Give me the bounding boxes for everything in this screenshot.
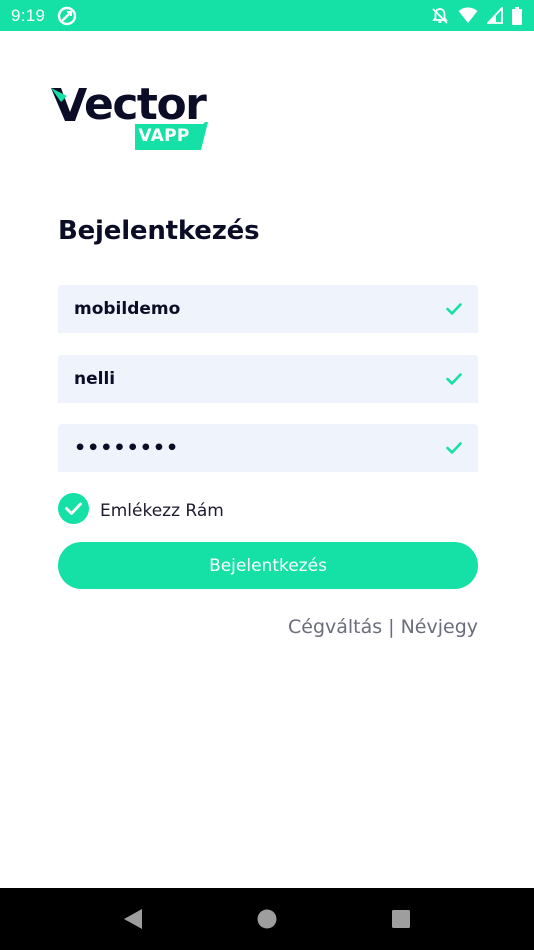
signal-icon (487, 7, 503, 24)
logo-v-mark-icon (51, 88, 87, 126)
notifications-off-icon (431, 7, 449, 25)
recents-icon[interactable] (391, 909, 411, 929)
wifi-icon (458, 7, 478, 24)
page-title: Bejelentkezés (58, 216, 260, 246)
check-icon (446, 373, 462, 385)
login-button[interactable]: Bejelentkezés (58, 542, 478, 589)
remember-me-label[interactable]: Emlékezz Rám (100, 501, 224, 521)
logo-badge-text: VAPP (138, 126, 190, 146)
remember-me[interactable]: Emlékezz Rám (58, 493, 224, 528)
link-separator: | (388, 616, 395, 638)
footer-links: Cégváltás | Névjegy (288, 616, 478, 638)
company-field-value[interactable]: mobildemo (74, 299, 446, 319)
back-icon[interactable] (123, 908, 143, 930)
check-icon (446, 442, 462, 454)
remember-me-checkbox[interactable] (58, 493, 89, 528)
battery-icon (512, 6, 522, 25)
about-link[interactable]: Névjegy (401, 616, 478, 638)
status-bar-left: 9:19 (11, 6, 77, 26)
password-field[interactable]: •••••••• (58, 424, 478, 472)
status-bar-right (431, 6, 522, 25)
vector-vapp-logo: ector VAPP (51, 82, 211, 152)
status-time: 9:19 (11, 5, 46, 25)
switch-company-link[interactable]: Cégváltás (288, 616, 382, 638)
username-field[interactable]: nelli (58, 355, 478, 403)
status-bar: 9:19 (0, 0, 534, 31)
home-icon[interactable] (257, 909, 277, 929)
username-field-value[interactable]: nelli (74, 369, 446, 389)
company-field[interactable]: mobildemo (58, 285, 478, 333)
sync-icon (57, 6, 77, 26)
check-icon (446, 303, 462, 315)
password-field-value[interactable]: •••••••• (74, 437, 446, 459)
system-nav-bar (0, 888, 534, 950)
